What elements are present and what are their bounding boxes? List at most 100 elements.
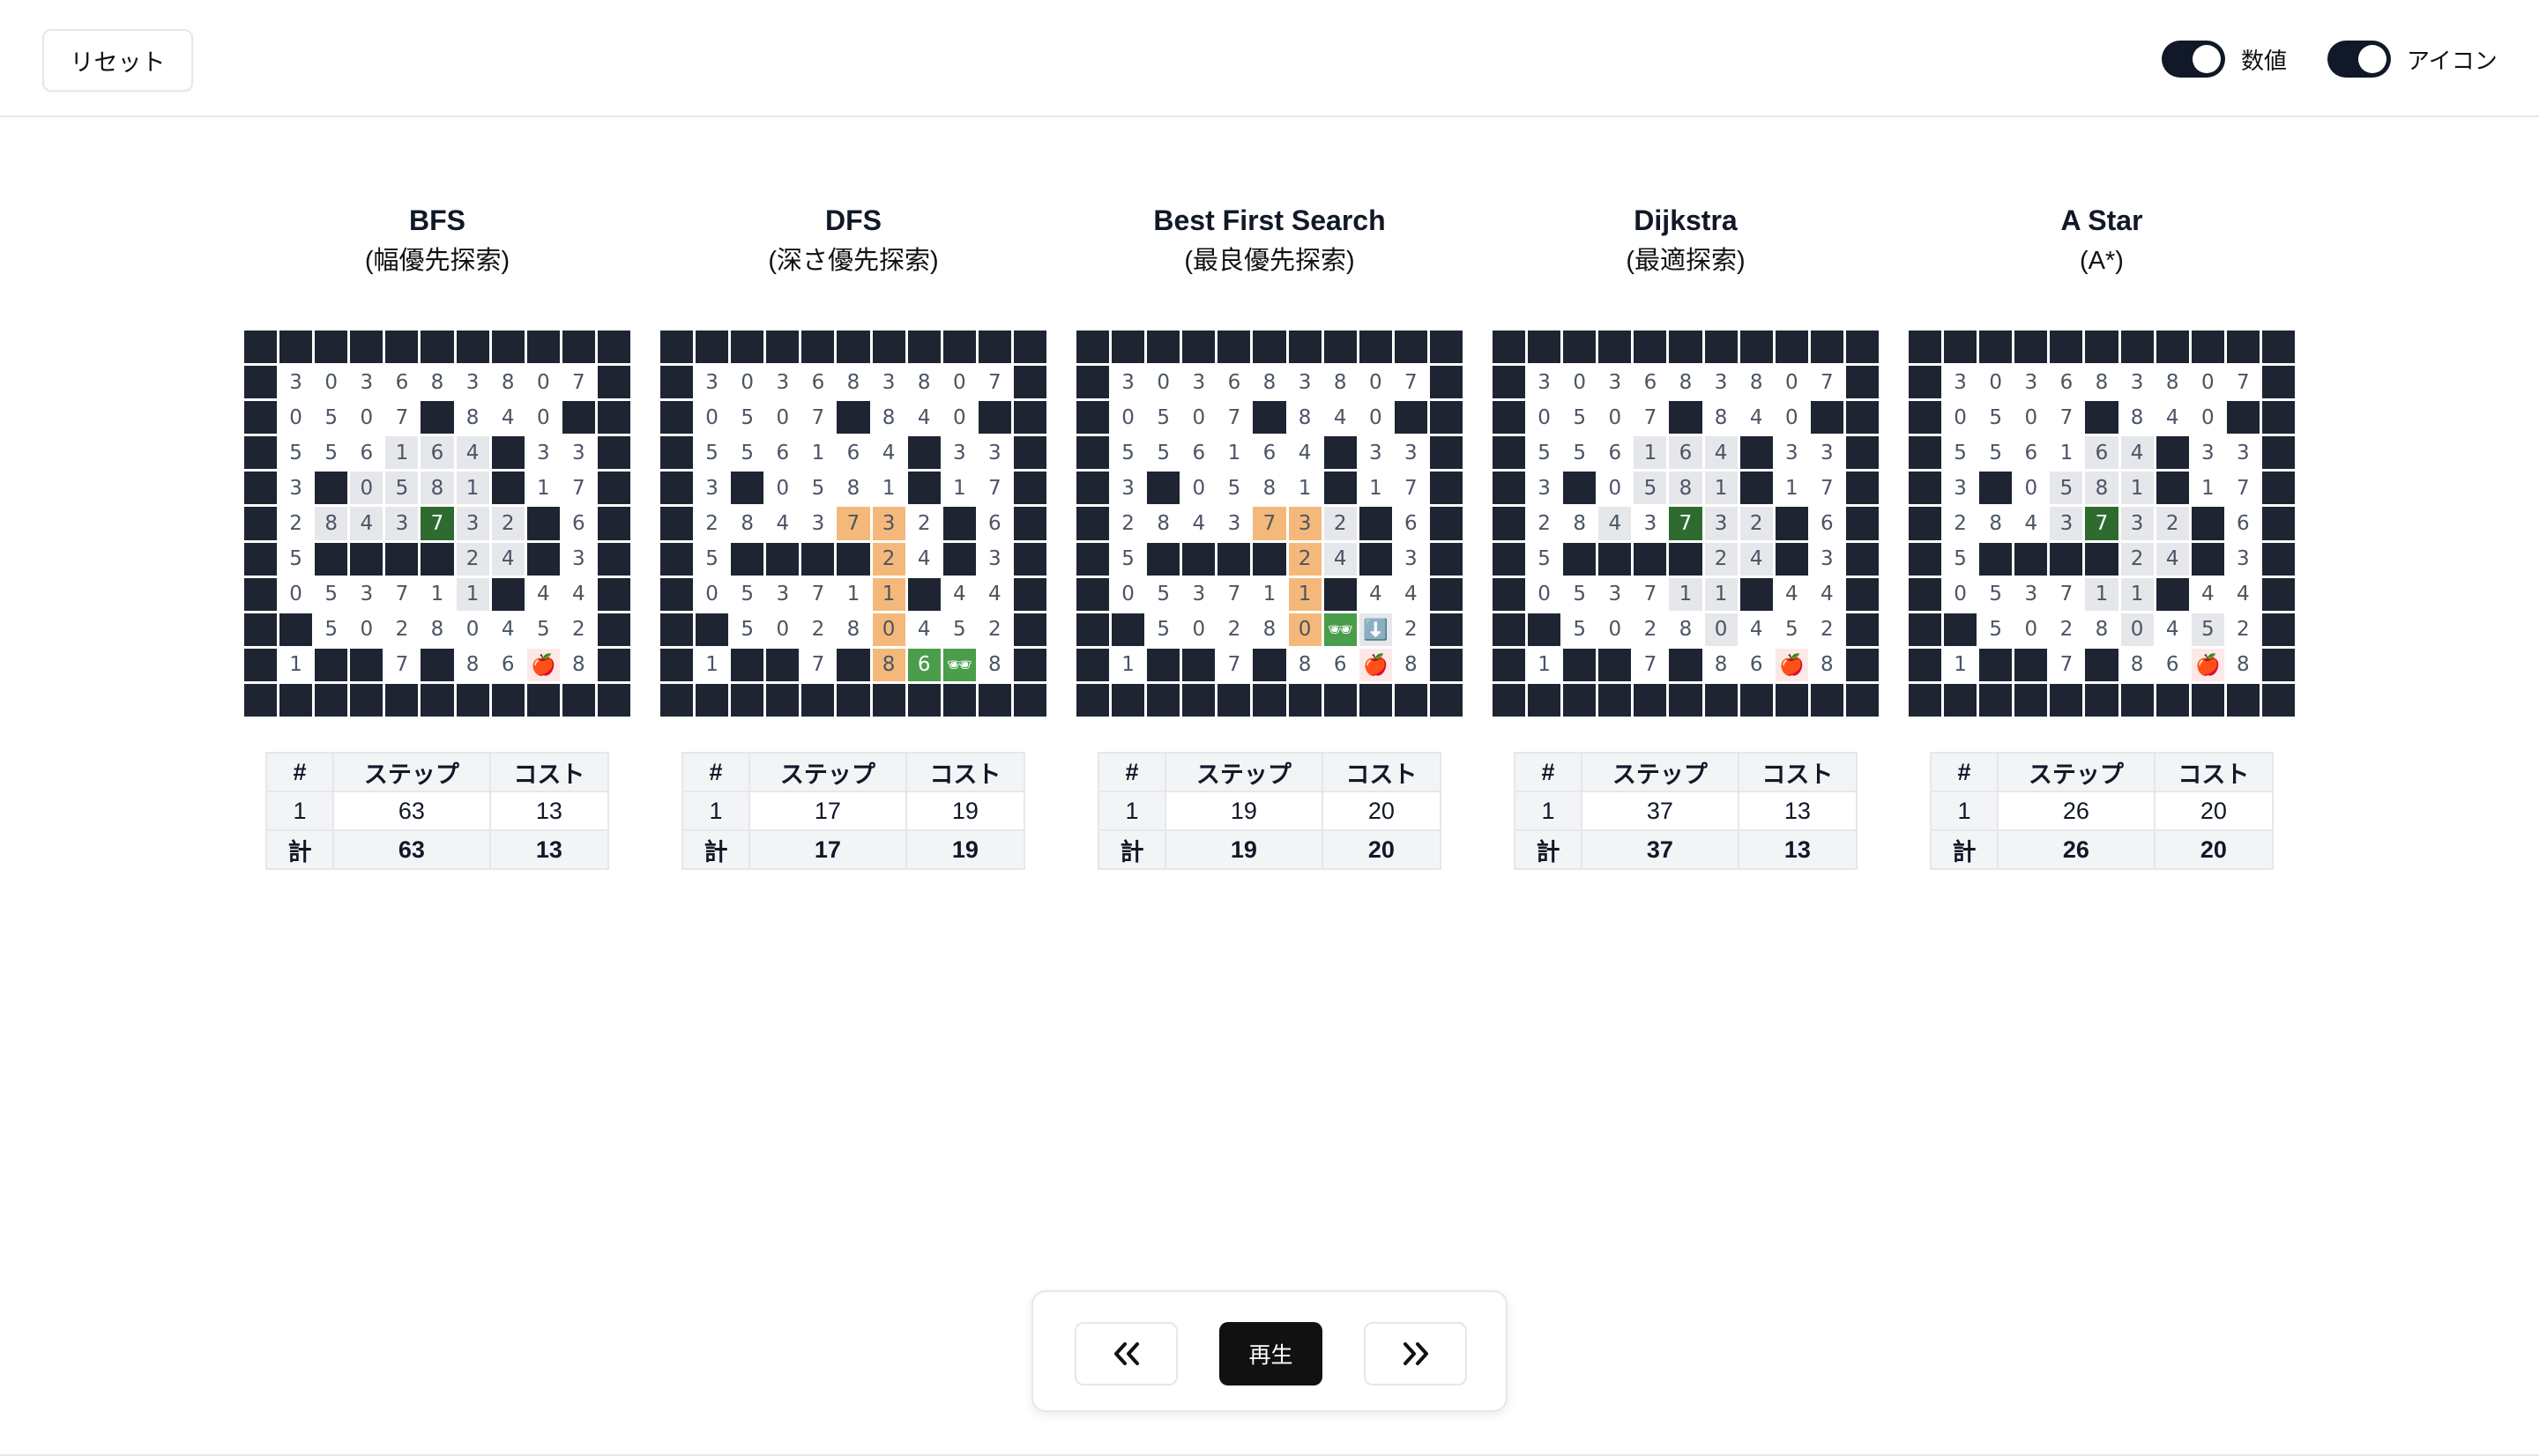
wall-cell <box>1493 366 1526 399</box>
maze-cell: 5 <box>731 436 764 470</box>
maze-cell: 3 <box>350 577 383 611</box>
wall-cell <box>597 401 630 435</box>
wall-cell <box>1775 331 1808 364</box>
maze-cell: 0 <box>2014 401 2048 435</box>
maze-cell: 4 <box>978 577 1011 611</box>
goal-apple-icon: 🍎 <box>526 648 560 681</box>
maze-cell: 3 <box>801 507 835 540</box>
stats-cell: 1 <box>681 791 750 831</box>
wall-cell <box>1253 648 1286 681</box>
wall-cell <box>1845 542 1879 576</box>
maze-cell: 1 <box>872 472 905 505</box>
maze-cell: 3 <box>2014 366 2048 399</box>
wall-cell <box>1944 613 1977 646</box>
maze-cell: 7 <box>1394 472 1427 505</box>
wall-cell <box>456 683 489 717</box>
maze-cell: 3 <box>526 436 560 470</box>
maze-cell: 1 <box>1112 648 1145 681</box>
arrow-down-icon: ⬇️ <box>1359 613 1392 646</box>
maze-cell: 7 <box>2226 472 2260 505</box>
wall-cell <box>1429 401 1463 435</box>
maze-cell: 3 <box>1112 472 1145 505</box>
maze-cell: 5 <box>1147 577 1180 611</box>
reset-button[interactable]: リセット <box>42 29 193 92</box>
wall-cell <box>1845 648 1879 681</box>
maze-cell: 5 <box>801 472 835 505</box>
wall-cell <box>279 613 313 646</box>
maze-cell: 0 <box>696 577 729 611</box>
wall-cell <box>1323 577 1357 611</box>
wall-cell <box>731 331 764 364</box>
step-back-button[interactable] <box>1075 1322 1178 1385</box>
wall-cell <box>1217 683 1251 717</box>
maze-cell: 5 <box>1634 472 1667 505</box>
wall-cell <box>660 613 694 646</box>
algorithm-subtitle: (幅優先探索) <box>364 247 510 275</box>
wall-cell <box>2261 366 2295 399</box>
maze-cell: 3 <box>2014 577 2048 611</box>
wall-cell <box>660 331 694 364</box>
maze-cell: 0 <box>1112 401 1145 435</box>
maze-cell: 8 <box>731 507 764 540</box>
wall-cell <box>1394 331 1427 364</box>
maze-cell: 8 <box>1563 507 1597 540</box>
stats-cell: 37 <box>1581 791 1739 831</box>
wall-cell <box>1493 472 1526 505</box>
wall-cell <box>1775 507 1808 540</box>
maze-cell: 3 <box>1182 366 1216 399</box>
maze-cell: 5 <box>526 613 560 646</box>
wall-cell <box>1493 613 1526 646</box>
maze-cell: 0 <box>456 613 489 646</box>
stats-header-cell: ステップ <box>332 752 491 792</box>
wall-cell <box>872 683 905 717</box>
wall-cell <box>1810 401 1843 435</box>
maze-cell: 3 <box>1775 436 1808 470</box>
step-forward-button[interactable] <box>1364 1322 1467 1385</box>
maze-cell: 8 <box>1253 613 1286 646</box>
wall-cell <box>1944 331 1977 364</box>
wall-cell <box>1598 683 1632 717</box>
maze-cell: 7 <box>801 577 835 611</box>
wall-cell <box>1493 683 1526 717</box>
wall-cell <box>942 507 976 540</box>
maze-cell: 4 <box>2014 507 2048 540</box>
maze-grid: 3036838070507840556164333058117284373265… <box>244 331 630 717</box>
wall-cell <box>1493 507 1526 540</box>
wall-cell <box>2050 542 2083 576</box>
maze-cell: 4 <box>350 507 383 540</box>
maze-cell: 3 <box>2050 507 2083 540</box>
maze-cell: 8 <box>2226 648 2260 681</box>
wall-cell <box>2191 683 2224 717</box>
wall-cell <box>907 331 941 364</box>
wall-cell <box>1493 542 1526 576</box>
wall-cell <box>2261 507 2295 540</box>
wall-cell <box>1013 613 1046 646</box>
maze-cell: 6 <box>766 436 800 470</box>
wall-cell <box>244 436 278 470</box>
stats-total-cell: 63 <box>332 829 491 870</box>
algorithm-panel: BFS (幅優先探索) 3 0 3 6 8 3 8 0 7 0 5 0 7 8 4 0 5 5 6 1 6 4 3 3 3 0 5 8 1 1… <box>244 203 630 870</box>
play-button[interactable]: 再生 <box>1219 1322 1322 1385</box>
wall-cell <box>2085 683 2118 717</box>
values-toggle-group[interactable]: 数値 <box>2162 41 2287 78</box>
wall-cell <box>1013 401 1046 435</box>
maze-cell: 4 <box>2156 542 2189 576</box>
values-toggle-switch[interactable] <box>2162 41 2225 78</box>
wall-cell <box>1669 648 1702 681</box>
stats-header-cell: # <box>681 752 750 792</box>
wall-cell <box>597 648 630 681</box>
maze-cell: 1 <box>1528 648 1561 681</box>
maze-cell: 3 <box>978 436 1011 470</box>
wall-cell <box>942 542 976 576</box>
stats-row: 1 17 19 <box>681 791 1026 831</box>
wall-cell <box>491 683 525 717</box>
wall-cell <box>244 613 278 646</box>
icons-toggle-group[interactable]: アイコン <box>2327 41 2498 78</box>
wall-cell <box>731 542 764 576</box>
icons-toggle-switch[interactable] <box>2327 41 2391 78</box>
wall-cell <box>1429 366 1463 399</box>
maze-cell: 7 <box>2050 577 2083 611</box>
wall-cell <box>2261 436 2295 470</box>
maze-cell: 6 <box>1182 436 1216 470</box>
wall-cell <box>1634 331 1667 364</box>
